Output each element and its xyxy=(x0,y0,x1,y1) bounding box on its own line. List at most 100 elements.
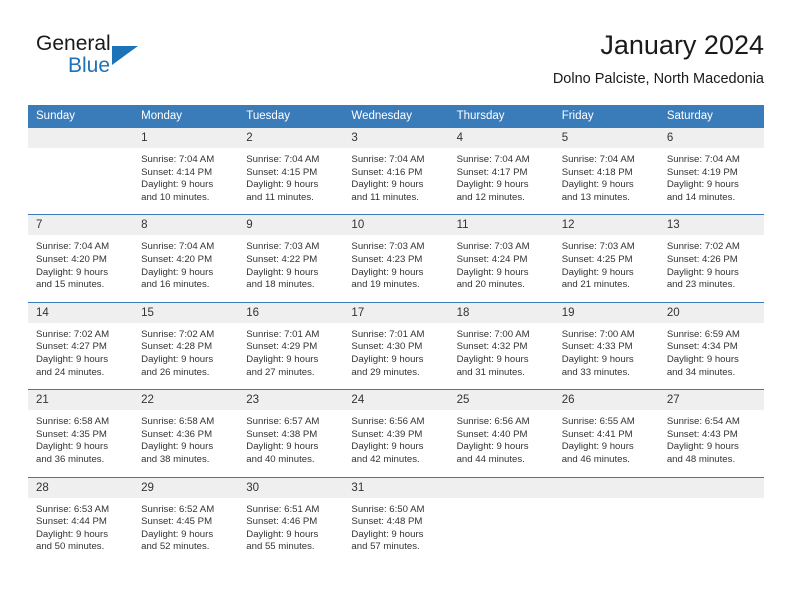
daylight-text-cont: and 12 minutes. xyxy=(456,191,525,203)
day-number: 10 xyxy=(343,215,449,236)
daylight-text: Daylight: 9 hours xyxy=(561,266,634,278)
sunrise-text: Sunrise: 7:02 AM xyxy=(36,328,110,340)
sunset-text: Sunset: 4:35 PM xyxy=(36,428,107,440)
day-details: Sunrise: 7:04 AM Sunset: 4:14 PM Daylight:… xyxy=(133,148,238,214)
brand-logo[interactable]: General Blue xyxy=(36,32,236,88)
daylight-text: Daylight: 9 hours xyxy=(666,179,739,191)
day-details: Sunrise: 6:55 AM Sunset: 4:41 PM Daylight:… xyxy=(554,410,659,476)
daylight-text: Daylight: 9 hours xyxy=(141,179,214,191)
daylight-text: Daylight: 9 hours xyxy=(36,441,108,453)
day-details: Sunrise: 7:03 AM Sunset: 4:22 PM Daylight:… xyxy=(238,235,343,301)
daylight-text-cont: and 46 minutes. xyxy=(561,453,630,465)
sunset-text: Sunset: 4:23 PM xyxy=(351,253,423,265)
sunrise-text: Sunrise: 6:58 AM xyxy=(36,416,110,428)
calendar-empty-cell xyxy=(448,476,554,564)
daylight-text: Daylight: 9 hours xyxy=(351,353,424,365)
weekday-header-sunday: Sunday xyxy=(28,105,134,128)
day-details: Sunrise: 7:04 AM Sunset: 4:16 PM Daylight:… xyxy=(343,148,448,214)
calendar-day-cell[interactable]: 10 Sunrise: 7:03 AM Sunset: 4:23 PM Dayligh… xyxy=(343,214,449,303)
daylight-text: Daylight: 9 hours xyxy=(456,266,529,278)
day-number: 22 xyxy=(133,390,239,411)
calendar-day-cell[interactable]: 28 Sunrise: 6:53 AM Sunset: 4:44 PM Dayligh… xyxy=(28,476,134,564)
daylight-text-cont: and 55 minutes. xyxy=(246,541,315,553)
calendar-day-cell[interactable]: 24 Sunrise: 6:56 AM Sunset: 4:39 PM Dayligh… xyxy=(343,389,449,477)
sunset-text: Sunset: 4:20 PM xyxy=(141,253,213,265)
calendar-day-cell[interactable]: 1 Sunrise: 7:04 AM Sunset: 4:14 PM Daylight… xyxy=(133,126,239,215)
calendar-day-cell[interactable]: 25 Sunrise: 6:56 AM Sunset: 4:40 PM Dayligh… xyxy=(448,389,554,477)
calendar-day-cell[interactable]: 17 Sunrise: 7:01 AM Sunset: 4:30 PM Dayligh… xyxy=(343,301,449,390)
day-number: 6 xyxy=(658,128,764,148)
daylight-text: Daylight: 9 hours xyxy=(246,528,319,540)
calendar-day-cell[interactable]: 23 Sunrise: 6:57 AM Sunset: 4:38 PM Dayligh… xyxy=(238,389,344,477)
calendar-day-cell[interactable]: 13 Sunrise: 7:02 AM Sunset: 4:26 PM Dayligh… xyxy=(658,214,764,303)
sunset-text: Sunset: 4:25 PM xyxy=(561,253,633,265)
sunset-text: Sunset: 4:19 PM xyxy=(666,166,738,178)
day-number: 4 xyxy=(448,128,554,148)
daylight-text: Daylight: 9 hours xyxy=(141,353,214,365)
calendar-day-cell[interactable]: 20 Sunrise: 6:59 AM Sunset: 4:34 PM Dayligh… xyxy=(658,301,764,390)
day-number: 2 xyxy=(238,128,344,148)
sunrise-text: Sunrise: 6:53 AM xyxy=(36,503,110,515)
calendar-day-cell[interactable]: 29 Sunrise: 6:52 AM Sunset: 4:45 PM Dayligh… xyxy=(133,476,239,564)
calendar-day-cell[interactable]: 5 Sunrise: 7:04 AM Sunset: 4:18 PM Daylight… xyxy=(553,126,659,215)
daylight-text: Daylight: 9 hours xyxy=(36,353,108,365)
calendar-day-cell[interactable]: 16 Sunrise: 7:01 AM Sunset: 4:29 PM Dayligh… xyxy=(238,301,344,390)
sunset-text: Sunset: 4:40 PM xyxy=(456,428,528,440)
calendar-day-cell[interactable]: 18 Sunrise: 7:00 AM Sunset: 4:32 PM Dayligh… xyxy=(448,301,554,390)
daylight-text: Daylight: 9 hours xyxy=(351,441,424,453)
sunset-text: Sunset: 4:48 PM xyxy=(351,516,423,528)
calendar-day-cell[interactable]: 7 Sunrise: 7:04 AM Sunset: 4:20 PM Daylight… xyxy=(28,214,134,303)
daylight-text: Daylight: 9 hours xyxy=(351,179,424,191)
sunset-text: Sunset: 4:36 PM xyxy=(141,428,213,440)
day-number: 27 xyxy=(658,390,764,411)
calendar-day-cell[interactable]: 6 Sunrise: 7:04 AM Sunset: 4:19 PM Daylight… xyxy=(658,126,764,215)
calendar-day-cell[interactable]: 19 Sunrise: 7:00 AM Sunset: 4:33 PM Dayligh… xyxy=(553,301,659,390)
daylight-text-cont: and 14 minutes. xyxy=(666,191,736,203)
calendar-day-cell[interactable]: 31 Sunrise: 6:50 AM Sunset: 4:48 PM Dayligh… xyxy=(343,476,449,564)
calendar-week-row: 28 Sunrise: 6:53 AM Sunset: 4:44 PM Dayligh… xyxy=(28,476,764,564)
calendar-day-cell[interactable]: 14 Sunrise: 7:02 AM Sunset: 4:27 PM Dayligh… xyxy=(28,301,134,390)
calendar-day-cell[interactable]: 3 Sunrise: 7:04 AM Sunset: 4:16 PM Daylight… xyxy=(343,126,449,215)
sunrise-text: Sunrise: 6:52 AM xyxy=(141,503,215,515)
sunrise-text: Sunrise: 6:56 AM xyxy=(456,416,530,428)
sunset-text: Sunset: 4:44 PM xyxy=(36,516,107,528)
calendar-day-cell[interactable]: 11 Sunrise: 7:03 AM Sunset: 4:24 PM Dayligh… xyxy=(448,214,554,303)
calendar-day-cell[interactable]: 26 Sunrise: 6:55 AM Sunset: 4:41 PM Dayligh… xyxy=(553,389,659,477)
calendar-day-cell[interactable]: 2 Sunrise: 7:04 AM Sunset: 4:15 PM Daylight… xyxy=(238,126,344,215)
day-details: Sunrise: 6:58 AM Sunset: 4:36 PM Daylight:… xyxy=(133,410,238,476)
daylight-text-cont: and 10 minutes. xyxy=(141,191,210,203)
calendar-day-cell[interactable]: 15 Sunrise: 7:02 AM Sunset: 4:28 PM Dayligh… xyxy=(133,301,239,390)
day-number: 3 xyxy=(343,128,449,148)
calendar-day-cell[interactable]: 30 Sunrise: 6:51 AM Sunset: 4:46 PM Dayligh… xyxy=(238,476,344,564)
daylight-text: Daylight: 9 hours xyxy=(141,441,214,453)
calendar-day-cell[interactable]: 12 Sunrise: 7:03 AM Sunset: 4:25 PM Dayligh… xyxy=(553,214,659,303)
calendar-day-cell[interactable]: 21 Sunrise: 6:58 AM Sunset: 4:35 PM Dayligh… xyxy=(28,389,134,477)
calendar-day-cell[interactable]: 4 Sunrise: 7:04 AM Sunset: 4:17 PM Daylight… xyxy=(448,126,554,215)
calendar-day-cell[interactable]: 8 Sunrise: 7:04 AM Sunset: 4:20 PM Daylight… xyxy=(133,214,239,303)
sunrise-text: Sunrise: 7:04 AM xyxy=(666,154,740,165)
calendar-week-row: 7 Sunrise: 7:04 AM Sunset: 4:20 PM Daylight… xyxy=(28,214,764,303)
sunset-text: Sunset: 4:33 PM xyxy=(561,341,633,353)
day-details: Sunrise: 7:03 AM Sunset: 4:23 PM Daylight:… xyxy=(343,235,448,301)
sunrise-text: Sunrise: 7:00 AM xyxy=(561,328,635,340)
calendar-week-row: 21 Sunrise: 6:58 AM Sunset: 4:35 PM Dayligh… xyxy=(28,389,764,477)
sunrise-text: Sunrise: 7:03 AM xyxy=(456,241,530,253)
calendar-empty-cell xyxy=(28,126,134,215)
day-details xyxy=(659,498,764,564)
calendar-empty-cell xyxy=(553,476,659,564)
sunset-text: Sunset: 4:22 PM xyxy=(246,253,318,265)
day-details: Sunrise: 7:02 AM Sunset: 4:27 PM Daylight:… xyxy=(28,323,133,389)
sunset-text: Sunset: 4:45 PM xyxy=(141,516,213,528)
calendar-day-cell[interactable]: 9 Sunrise: 7:03 AM Sunset: 4:22 PM Daylight… xyxy=(238,214,344,303)
daylight-text-cont: and 21 minutes. xyxy=(561,279,630,291)
weekday-header-wednesday: Wednesday xyxy=(343,105,449,128)
sunrise-text: Sunrise: 6:57 AM xyxy=(246,416,320,428)
sunset-text: Sunset: 4:17 PM xyxy=(456,166,528,178)
sunset-text: Sunset: 4:29 PM xyxy=(246,341,318,353)
calendar-day-cell[interactable]: 27 Sunrise: 6:54 AM Sunset: 4:43 PM Dayligh… xyxy=(658,389,764,477)
daylight-text: Daylight: 9 hours xyxy=(666,266,739,278)
calendar-day-cell[interactable]: 22 Sunrise: 6:58 AM Sunset: 4:36 PM Dayligh… xyxy=(133,389,239,477)
day-number xyxy=(553,477,659,498)
daylight-text: Daylight: 9 hours xyxy=(141,528,214,540)
sunset-text: Sunset: 4:34 PM xyxy=(666,341,738,353)
